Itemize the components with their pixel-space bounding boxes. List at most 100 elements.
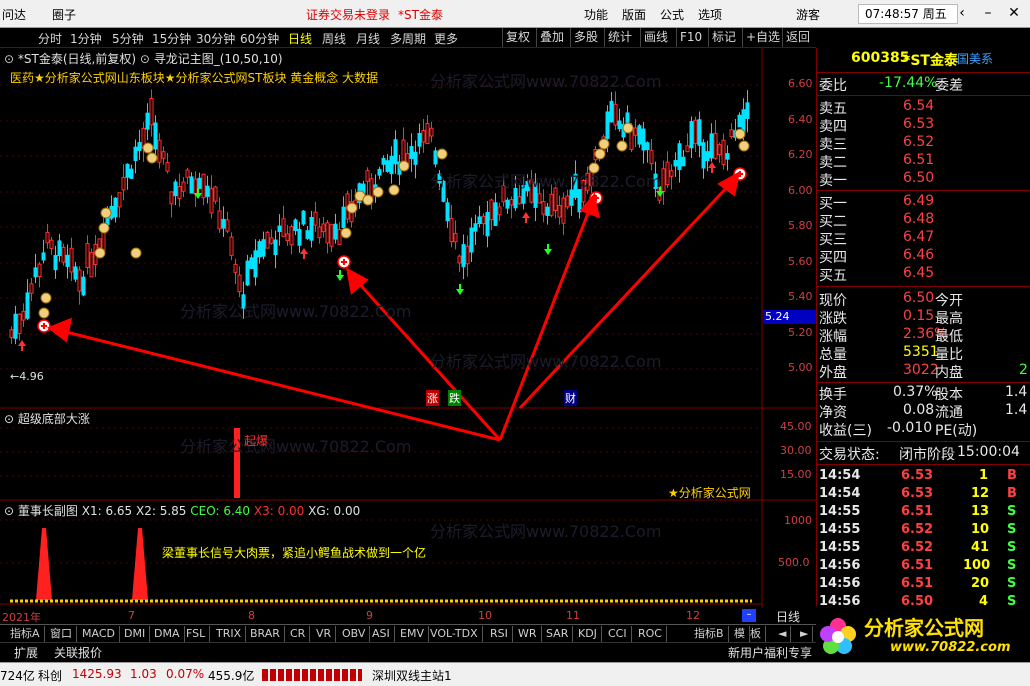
tab-cci[interactable]: CCI [604, 626, 632, 642]
kline-chart-svg[interactable] [0, 48, 816, 608]
close-icon[interactable]: ✕ [1002, 2, 1026, 24]
indicator-dropdown-icon[interactable]: ⊙ [140, 52, 150, 66]
sub1-collapse-icon[interactable]: ⊙ [4, 412, 14, 426]
new-user-promo[interactable]: 新用户福利专享 [728, 644, 812, 661]
tab-window[interactable]: 窗口 [46, 626, 77, 642]
tool-draw[interactable]: 画线 [640, 28, 671, 47]
period-more[interactable]: 更多 [434, 30, 458, 47]
tab-brar[interactable]: BRAR [246, 626, 285, 642]
tab-trix[interactable]: TRIX [212, 626, 247, 642]
tab-fsl[interactable]: FSL [182, 626, 211, 642]
sub1-tick-2: 30.00 [780, 444, 812, 457]
tab-emv[interactable]: EMV [396, 626, 429, 642]
period-30min[interactable]: 30分钟 [196, 30, 235, 47]
period-weekly[interactable]: 周线 [322, 30, 346, 47]
candle-body [741, 109, 746, 133]
candle-body [57, 240, 62, 257]
tab-kdj[interactable]: KDJ [574, 626, 602, 642]
sub2-collapse-icon[interactable]: ⊙ [4, 504, 14, 518]
ask-row[interactable]: 卖五 6.54 [817, 98, 1030, 117]
period-15min[interactable]: 15分钟 [152, 30, 191, 47]
tab-rsi[interactable]: RSI [486, 626, 513, 642]
bid-row[interactable]: 买一 6.49 [817, 193, 1030, 212]
price-tick-4: 6.00 [788, 184, 813, 197]
tab-dma[interactable]: DMA [150, 626, 185, 642]
ask-row[interactable]: 卖一 6.50 [817, 170, 1030, 189]
tool-f10[interactable]: F10 [676, 28, 705, 47]
time-axis-period[interactable]: 日线 [776, 608, 800, 625]
stock-group-tag[interactable]: 国美系 [957, 50, 993, 67]
menu-formula[interactable]: 公式 [660, 6, 684, 23]
tab-vr[interactable]: VR [312, 626, 337, 642]
period-fenshi[interactable]: 分时 [38, 30, 62, 47]
candle-body [693, 119, 698, 145]
tool-multi-stock[interactable]: 多股 [570, 28, 601, 47]
candle-body [245, 260, 250, 286]
period-monthly[interactable]: 月线 [356, 30, 380, 47]
back-icon[interactable]: ‹ [950, 2, 974, 24]
stat-label: 总量 [819, 347, 847, 363]
tab-vol-tdx[interactable]: VOL-TDX [426, 626, 483, 642]
bid-row[interactable]: 买三 6.47 [817, 229, 1030, 248]
tool-mark[interactable]: 标记 [708, 28, 739, 47]
sub2-tick-1: 1000 [784, 514, 812, 527]
period-5min[interactable]: 5分钟 [112, 30, 144, 47]
tab-cr[interactable]: CR [286, 626, 311, 642]
fall-marker[interactable]: 跌 [448, 390, 461, 406]
tab-wr[interactable]: WR [514, 626, 542, 642]
tool-back[interactable]: 返回 [782, 28, 813, 47]
stat-value: 6.50 [903, 290, 935, 306]
minimize-icon[interactable]: – [976, 2, 1000, 24]
tool-fuquan[interactable]: 复权 [502, 28, 533, 47]
period-60min[interactable]: 60分钟 [240, 30, 279, 47]
bid-row[interactable]: 买二 6.48 [817, 211, 1030, 230]
tab-indicator-b[interactable]: 指标B [690, 626, 729, 642]
status-star-pct: 0.07% [166, 667, 205, 681]
kline-chart-area[interactable]: 分析家公式网www.70822.Com 分析家公式网www.70822.Com … [0, 48, 816, 608]
related-quotes-button[interactable]: 关联报价 [54, 644, 102, 661]
candle-body [449, 217, 454, 243]
tab-circle[interactable]: 圈子 [52, 6, 76, 23]
expand-button[interactable]: 扩展 [14, 644, 38, 661]
menu-options[interactable]: 选项 [698, 6, 722, 23]
candle-body [61, 246, 66, 263]
tab-obv[interactable]: OBV [338, 626, 371, 642]
ask-row[interactable]: 卖四 6.53 [817, 116, 1030, 135]
stat2-label: 净资 [819, 405, 847, 421]
tab-macd[interactable]: MACD [78, 626, 120, 642]
ask-row[interactable]: 卖三 6.52 [817, 134, 1030, 153]
status-star-market-label[interactable]: 科创 [38, 667, 62, 684]
tab-sar[interactable]: SAR [542, 626, 574, 642]
tab-asi[interactable]: ASI [368, 626, 395, 642]
tab-board[interactable]: 板 [746, 626, 766, 642]
period-multi[interactable]: 多周期 [390, 30, 426, 47]
candle-body [337, 229, 342, 245]
bid-row[interactable]: 买四 6.46 [817, 247, 1030, 266]
tool-stats[interactable]: 统计 [604, 28, 635, 47]
user-name[interactable]: 游客 [796, 6, 820, 23]
menu-function[interactable]: 功能 [584, 6, 608, 23]
collapse-icon[interactable]: ⊙ [4, 52, 14, 66]
rise-marker[interactable]: 涨 [426, 390, 439, 406]
period-daily[interactable]: 日线 [288, 30, 312, 47]
main-indicator-name[interactable]: 寻龙记主图_(10,50,10) [154, 52, 283, 66]
tabs-scroll-right-icon[interactable]: ► [796, 626, 814, 642]
tick-price: 6.52 [901, 540, 934, 555]
candle-body [37, 263, 42, 278]
money-bag-icon [436, 148, 448, 160]
tab-dmi[interactable]: DMI [120, 626, 151, 642]
candle-body [13, 313, 18, 339]
menu-layout[interactable]: 版面 [622, 6, 646, 23]
candle-body [485, 211, 490, 237]
period-1min[interactable]: 1分钟 [70, 30, 102, 47]
candle-body [341, 206, 346, 228]
tool-add-favorite[interactable]: +自选 [742, 28, 783, 47]
status-server[interactable]: 深圳双线主站1 [372, 667, 452, 684]
tab-roc[interactable]: ROC [634, 626, 667, 642]
zoom-out-icon[interactable]: – [742, 609, 756, 622]
tab-indicator-a[interactable]: 指标A [6, 626, 45, 642]
tabs-scroll-left-icon[interactable]: ◄ [774, 626, 792, 642]
tool-overlay[interactable]: 叠加 [536, 28, 567, 47]
ask-row[interactable]: 卖二 6.51 [817, 152, 1030, 171]
finance-marker[interactable]: 财 [564, 390, 577, 406]
